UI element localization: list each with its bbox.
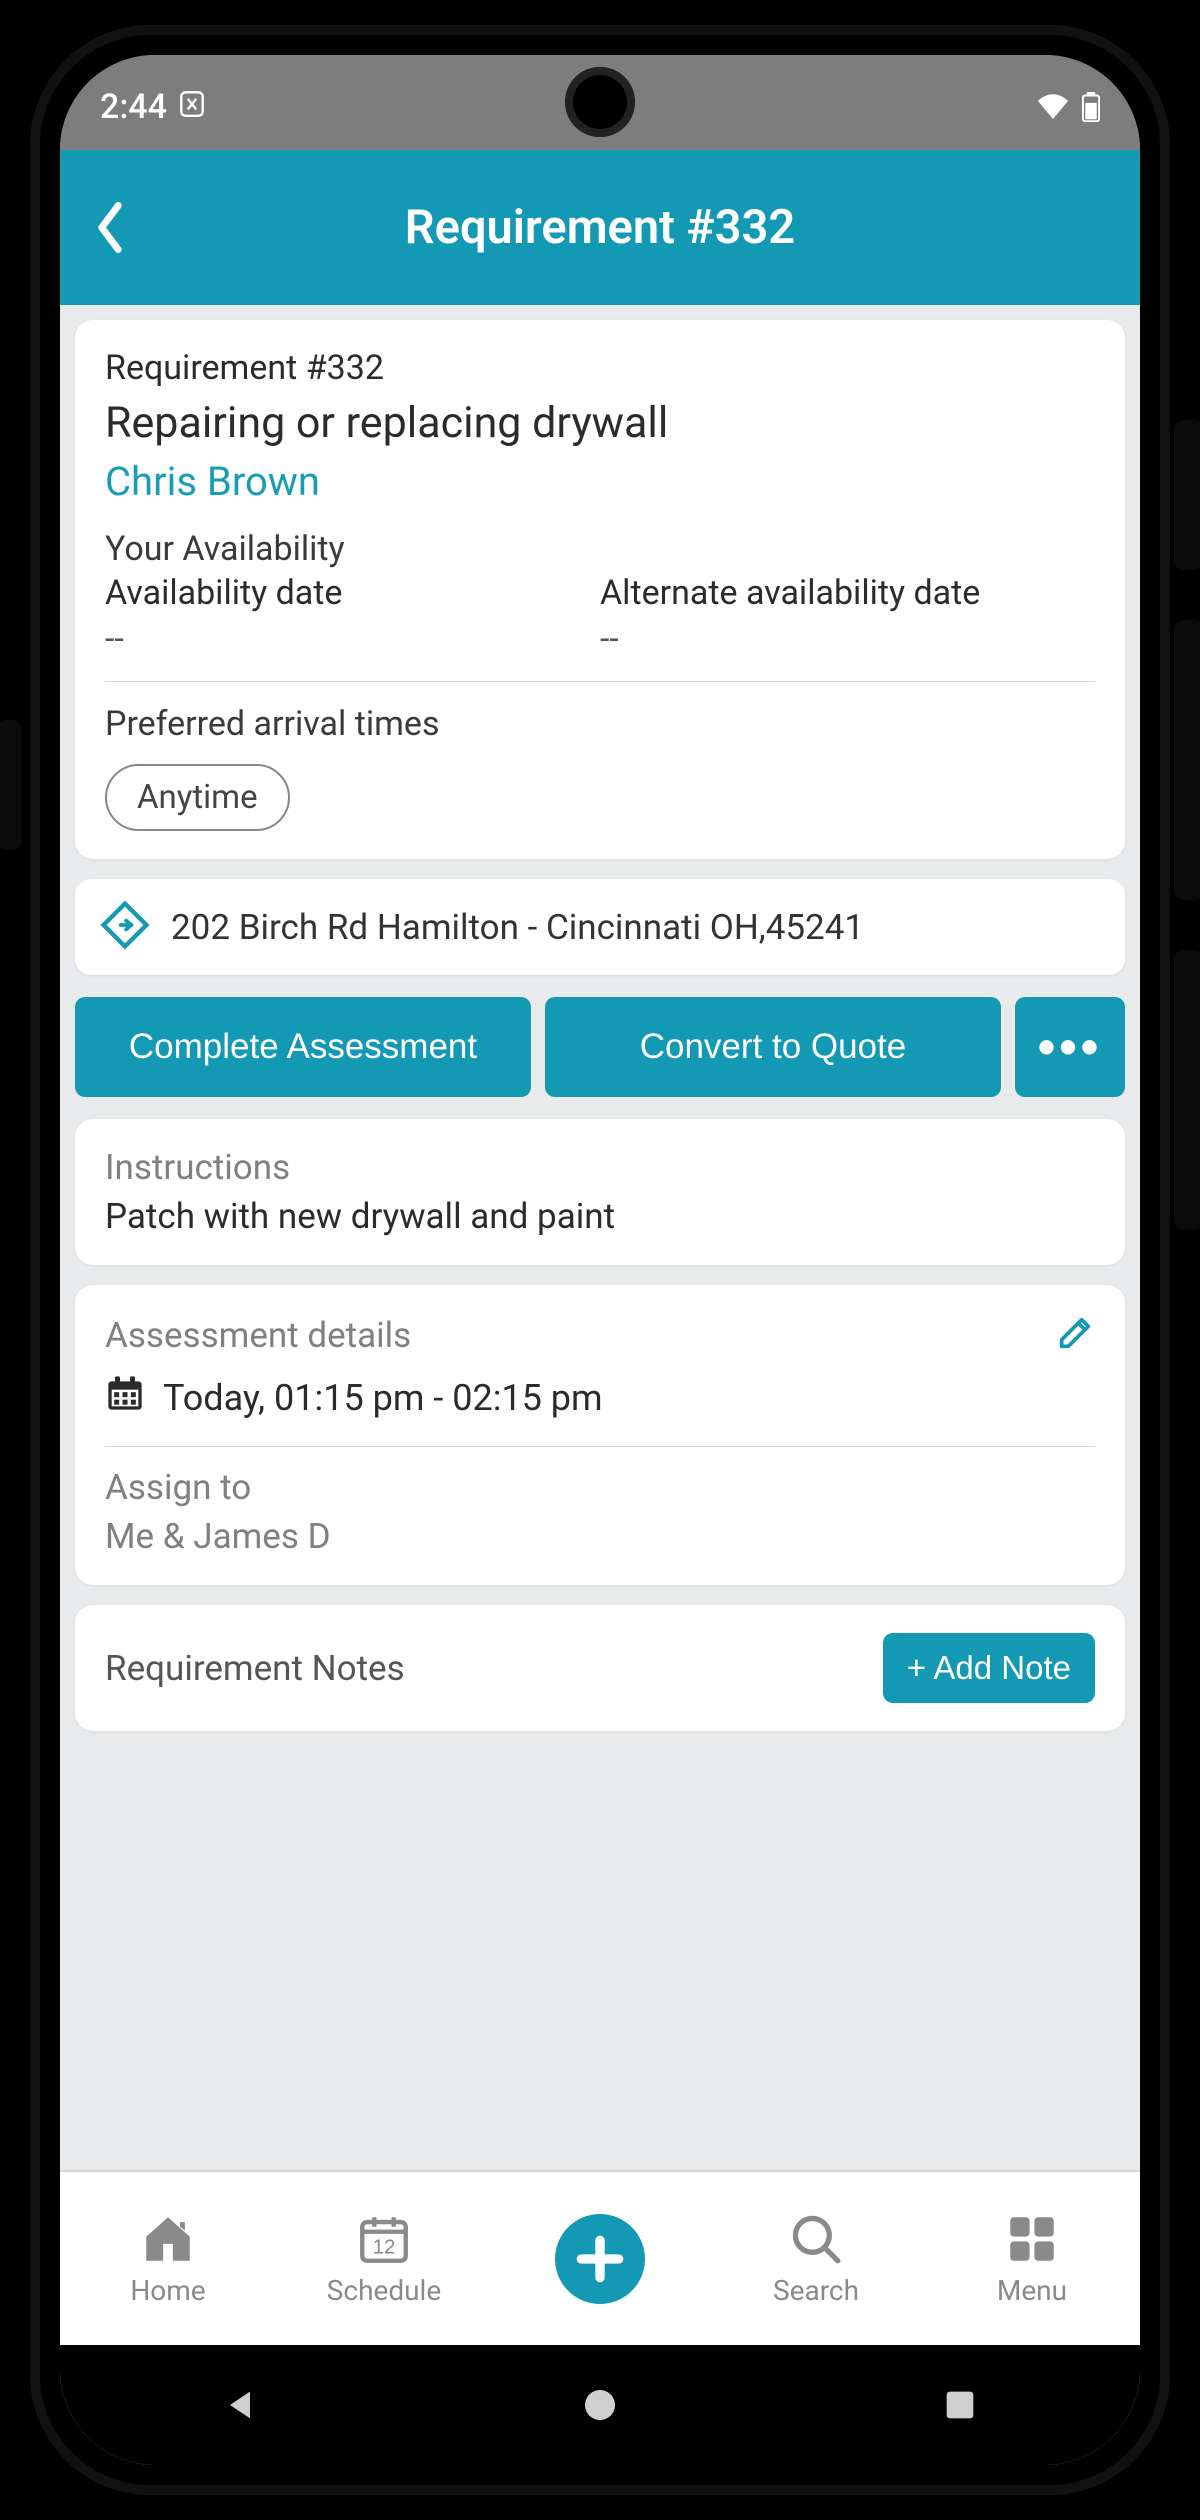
- tab-menu-label: Menu: [997, 2274, 1067, 2307]
- content-scroll[interactable]: Requirement #332 Repairing or replacing …: [60, 305, 1140, 2170]
- calendar-icon: [105, 1373, 145, 1422]
- page-title: Requirement #332: [60, 200, 1140, 255]
- instructions-label: Instructions: [105, 1147, 1095, 1188]
- menu-grid-icon: [1003, 2210, 1061, 2268]
- bottom-tabbar: Home 12 Schedule: [60, 2170, 1140, 2345]
- address-text: 202 Birch Rd Hamilton - Cincinnati OH,45…: [171, 907, 864, 948]
- battery-icon: [1082, 92, 1100, 122]
- app-header: Requirement #332: [60, 150, 1140, 305]
- tab-add[interactable]: [492, 2172, 708, 2345]
- wifi-icon: [1034, 92, 1072, 122]
- add-fab[interactable]: [555, 2214, 645, 2304]
- edit-icon[interactable]: [1055, 1313, 1095, 1357]
- assessment-card: Assessment details Today, 01:15 pm - 02:…: [75, 1285, 1125, 1585]
- tab-home-label: Home: [130, 2274, 205, 2307]
- requirement-title: Repairing or replacing drywall: [105, 398, 1095, 448]
- directions-icon: [99, 899, 151, 955]
- availability-date-label: Availability date: [105, 573, 600, 613]
- notes-label: Requirement Notes: [105, 1648, 405, 1689]
- home-icon: [139, 2210, 197, 2268]
- notes-card: Requirement Notes + Add Note: [75, 1605, 1125, 1731]
- nav-recent[interactable]: [938, 2383, 983, 2428]
- status-time: 2:44: [100, 87, 167, 127]
- system-nav-bar: [60, 2345, 1140, 2465]
- address-card[interactable]: 202 Birch Rd Hamilton - Cincinnati OH,45…: [75, 879, 1125, 975]
- tab-home[interactable]: Home: [60, 2172, 276, 2345]
- complete-assessment-button[interactable]: Complete Assessment: [75, 997, 531, 1097]
- customer-link[interactable]: Chris Brown: [105, 458, 1095, 505]
- svg-text:12: 12: [373, 2236, 396, 2259]
- requirement-card: Requirement #332 Repairing or replacing …: [75, 320, 1125, 859]
- schedule-icon: 12: [355, 2210, 413, 2268]
- nav-back[interactable]: [218, 2383, 263, 2428]
- tab-schedule[interactable]: 12 Schedule: [276, 2172, 492, 2345]
- assessment-datetime: Today, 01:15 pm - 02:15 pm: [163, 1377, 603, 1419]
- preferred-times-label: Preferred arrival times: [105, 704, 1095, 744]
- tab-search[interactable]: Search: [708, 2172, 924, 2345]
- requirement-id: Requirement #332: [105, 348, 1095, 388]
- alt-availability-date-label: Alternate availability date: [600, 573, 1095, 613]
- nav-home[interactable]: [578, 2383, 623, 2428]
- plus-icon: [572, 2231, 628, 2287]
- search-icon: [787, 2210, 845, 2268]
- more-actions-button[interactable]: •••: [1015, 997, 1125, 1097]
- status-bar: 2:44: [60, 55, 1140, 150]
- tab-search-label: Search: [773, 2274, 859, 2307]
- back-button[interactable]: [80, 198, 140, 258]
- add-note-button[interactable]: + Add Note: [883, 1633, 1095, 1703]
- instructions-text: Patch with new drywall and paint: [105, 1196, 1095, 1237]
- tab-menu[interactable]: Menu: [924, 2172, 1140, 2345]
- assign-to-label: Assign to: [105, 1467, 1095, 1508]
- status-battery-saver-icon: [179, 87, 205, 127]
- tab-schedule-label: Schedule: [327, 2274, 441, 2307]
- action-row: Complete Assessment Convert to Quote •••: [75, 997, 1125, 1097]
- availability-date-value: --: [105, 619, 600, 659]
- alt-availability-date-value: --: [600, 619, 1095, 659]
- instructions-card: Instructions Patch with new drywall and …: [75, 1119, 1125, 1265]
- assign-to-value: Me & James D: [105, 1516, 1095, 1557]
- preferred-time-pill[interactable]: Anytime: [105, 764, 290, 831]
- assessment-details-label: Assessment details: [105, 1315, 411, 1356]
- availability-section-label: Your Availability: [105, 529, 1095, 569]
- convert-to-quote-button[interactable]: Convert to Quote: [545, 997, 1001, 1097]
